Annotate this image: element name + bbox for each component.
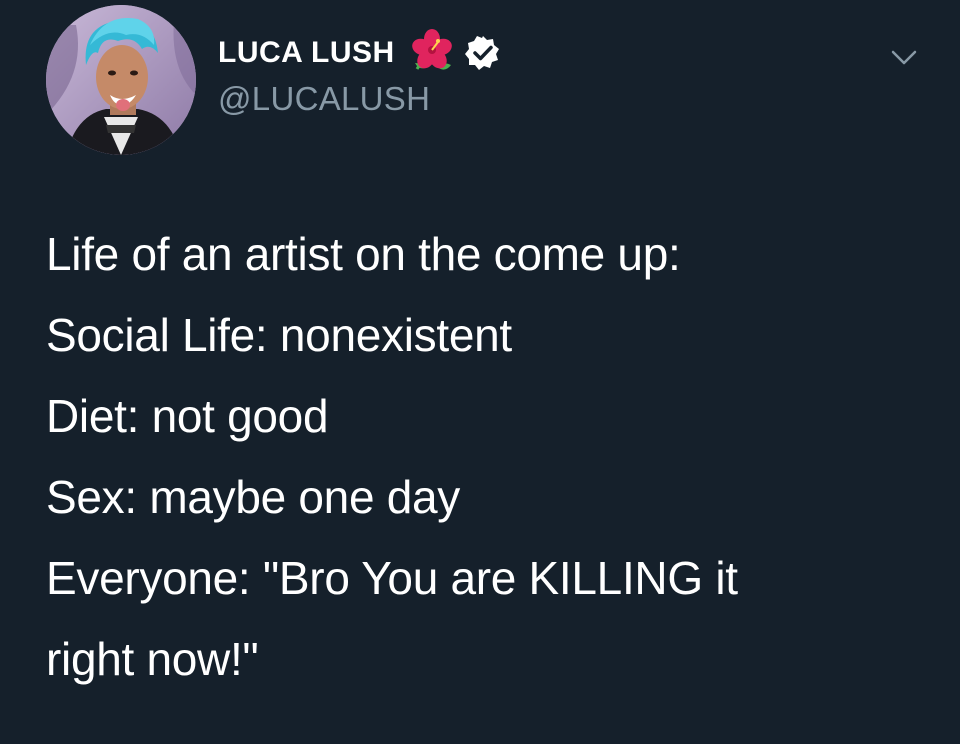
tweet-card: LUCA LUSH @LUCALUSH Life of an artist on… [0, 0, 960, 744]
tweet-line: Social Life: nonexistent [46, 309, 512, 361]
tweet-line: Life of an artist on the come up: [46, 228, 681, 280]
tweet-line: right now!" [46, 633, 259, 685]
tweet-line: Sex: maybe one day [46, 471, 460, 523]
author-name-row: LUCA LUSH [218, 28, 501, 78]
avatar-image [46, 5, 196, 155]
tweet-line: Everyone: "Bro You are KILLING it [46, 552, 738, 604]
chevron-down-icon[interactable] [886, 44, 922, 72]
verified-badge-icon [464, 35, 501, 71]
avatar[interactable] [46, 5, 196, 155]
hibiscus-flower-icon [407, 29, 455, 77]
tweet-body: Life of an artist on the come up: Social… [46, 214, 926, 700]
author-handle[interactable]: @LUCALUSH [218, 80, 430, 118]
author-display-name[interactable]: LUCA LUSH [218, 36, 395, 70]
tweet-line: Diet: not good [46, 390, 329, 442]
